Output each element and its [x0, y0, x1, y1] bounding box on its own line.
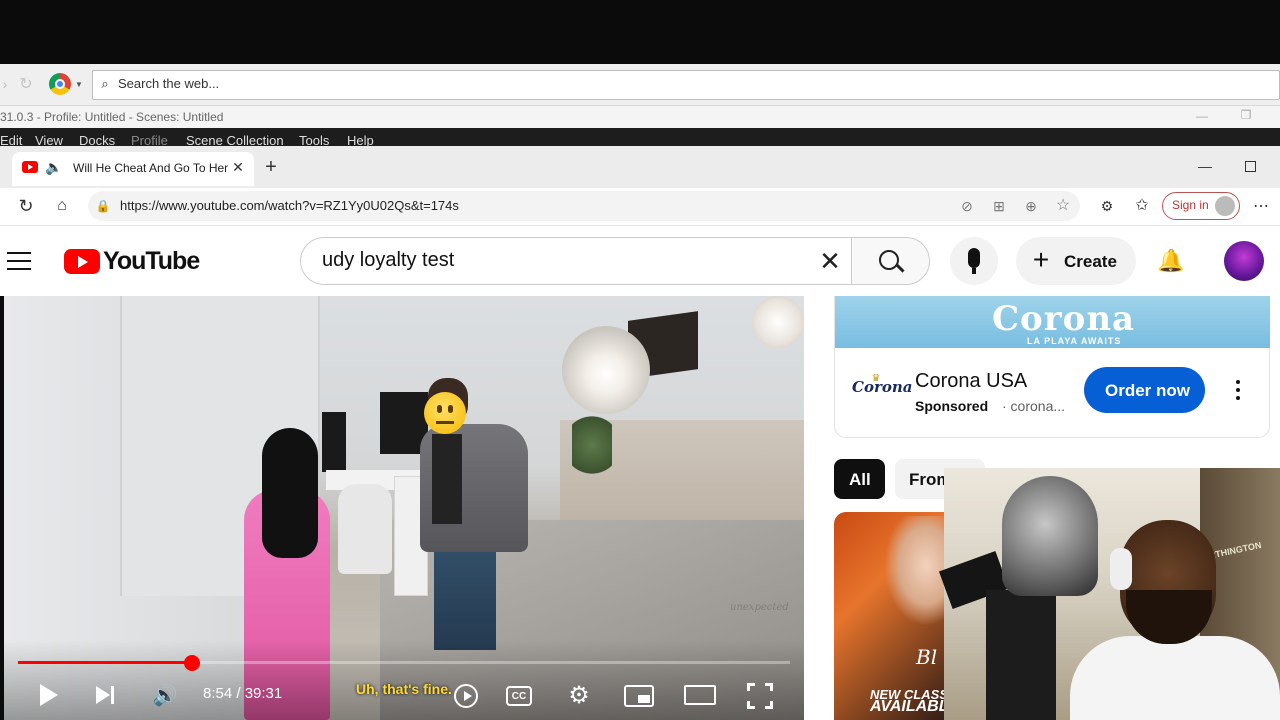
webcam-person-shirt	[1070, 636, 1280, 720]
url-text[interactable]: https://www.youtube.com/watch?v=RZ1Yy0U0…	[120, 198, 459, 213]
window-minimize-icon[interactable]: —	[1198, 158, 1212, 174]
emoji-mouth	[436, 421, 454, 424]
profile-avatar-icon[interactable]	[1215, 196, 1235, 216]
captions-icon[interactable]: CC	[506, 686, 532, 706]
close-tab-icon[interactable]: ✕	[231, 159, 245, 175]
video-scene-pendant-lamp-2	[752, 296, 804, 348]
favorite-star-icon[interactable]: ☆	[1054, 196, 1072, 214]
thumbnail-text-line2: AVAILABL	[870, 698, 949, 715]
video-scene-chair	[338, 484, 392, 574]
video-watermark: unexpected	[730, 602, 789, 613]
restore-icon[interactable]: ❐	[1240, 108, 1252, 122]
new-tab-icon[interactable]: +	[262, 156, 280, 178]
speaker-icon[interactable]: 🔈	[45, 159, 63, 175]
home-icon[interactable]: ⌂	[52, 196, 72, 216]
clear-search-icon[interactable]: ✕	[816, 246, 844, 276]
more-options-icon[interactable]: ⋯	[1252, 197, 1270, 215]
next-video-bar	[111, 686, 114, 704]
top-black-bar	[0, 0, 1280, 64]
youtube-logo-icon[interactable]	[64, 249, 100, 274]
chevron-down-icon[interactable]: ▼	[74, 78, 84, 90]
webcam-mic-stand	[986, 590, 1056, 720]
extensions-icon[interactable]: ⚙	[1098, 197, 1116, 215]
video-scene-man-shirt	[432, 434, 462, 524]
user-avatar[interactable]	[1224, 241, 1264, 281]
ad-banner-brand: Corona	[992, 299, 1136, 339]
favorites-icon[interactable]: ✩	[1133, 196, 1151, 214]
back-arrow-icon[interactable]: ›	[0, 76, 10, 92]
video-scene-plant	[572, 410, 612, 480]
sign-in-label: Sign in	[1172, 198, 1209, 212]
progress-bar-fill[interactable]	[18, 661, 192, 664]
chip-all-label: All	[849, 470, 871, 489]
neutral-face-emoji-icon	[424, 392, 466, 434]
time-display: 8:54 / 39:31	[203, 685, 283, 702]
video-subtitle: Uh, that's fine.	[356, 681, 452, 697]
ad-banner-tagline: LA PLAYA AWAITS	[1027, 336, 1122, 346]
search-magnifier-icon	[879, 250, 899, 270]
minimize-icon[interactable]: —	[1196, 109, 1208, 123]
order-now-label: Order now	[1105, 381, 1191, 400]
theater-mode-icon[interactable]	[684, 685, 716, 705]
sponsored-label: Sponsored	[915, 398, 989, 414]
chrome-logo-icon[interactable]	[49, 73, 71, 95]
refresh-icon[interactable]: ↻	[16, 196, 36, 216]
youtube-favicon-icon	[22, 161, 38, 173]
advertiser-logo: Corona	[852, 378, 913, 396]
video-scene-man-jeans	[434, 540, 496, 650]
progress-scrubber-handle[interactable]	[184, 655, 200, 671]
thumbnail-brand-fragment: Bl	[916, 645, 938, 669]
player-controls-gradient	[4, 640, 804, 720]
lock-icon[interactable]: 🔒	[96, 198, 111, 214]
miniplayer-icon[interactable]	[624, 685, 654, 707]
settings-gear-icon[interactable]: ⚙	[566, 682, 592, 709]
search-icon: ⌕	[101, 76, 109, 91]
create-label: Create	[1064, 252, 1117, 271]
youtube-search-query[interactable]: udy loyalty test	[322, 249, 454, 272]
read-aloud-icon[interactable]: ⊘	[958, 197, 976, 215]
ad-more-options-icon[interactable]	[1236, 380, 1240, 400]
ad-domain: · corona...	[1002, 398, 1066, 414]
volume-icon[interactable]: 🔊	[152, 683, 178, 707]
microphone-icon	[968, 248, 980, 268]
reload-icon[interactable]: ↻	[16, 74, 36, 94]
notifications-bell-icon[interactable]: 🔔	[1157, 248, 1184, 274]
apps-icon[interactable]: ⊞	[990, 197, 1008, 215]
app-status-text: 31.0.3 - Profile: Untitled - Scenes: Unt…	[0, 110, 224, 124]
play-icon[interactable]	[40, 684, 58, 706]
video-scene-woman-hair	[262, 428, 318, 558]
web-search-placeholder: Search the web...	[118, 76, 220, 91]
zoom-icon[interactable]: ⊕	[1022, 197, 1040, 215]
tab-title: Will He Cheat And Go To Her	[73, 161, 229, 175]
web-search-input[interactable]	[92, 70, 1280, 100]
window-maximize-icon[interactable]	[1245, 161, 1256, 172]
hamburger-menu-icon[interactable]	[7, 252, 31, 270]
plus-icon: +	[1032, 244, 1050, 275]
autoplay-toggle-icon[interactable]	[454, 684, 478, 708]
next-video-icon[interactable]	[96, 686, 110, 704]
webcam-microphone	[1002, 476, 1098, 596]
video-scene-pendant-lamp	[562, 326, 650, 414]
fullscreen-icon[interactable]	[747, 683, 773, 709]
webcam-headphones	[1110, 548, 1132, 590]
youtube-logo-text[interactable]: YouTube	[103, 247, 200, 276]
microphone-stand	[972, 268, 976, 274]
advertiser-name[interactable]: Corona USA	[915, 370, 1027, 393]
video-scene-monitor-small	[322, 412, 346, 472]
